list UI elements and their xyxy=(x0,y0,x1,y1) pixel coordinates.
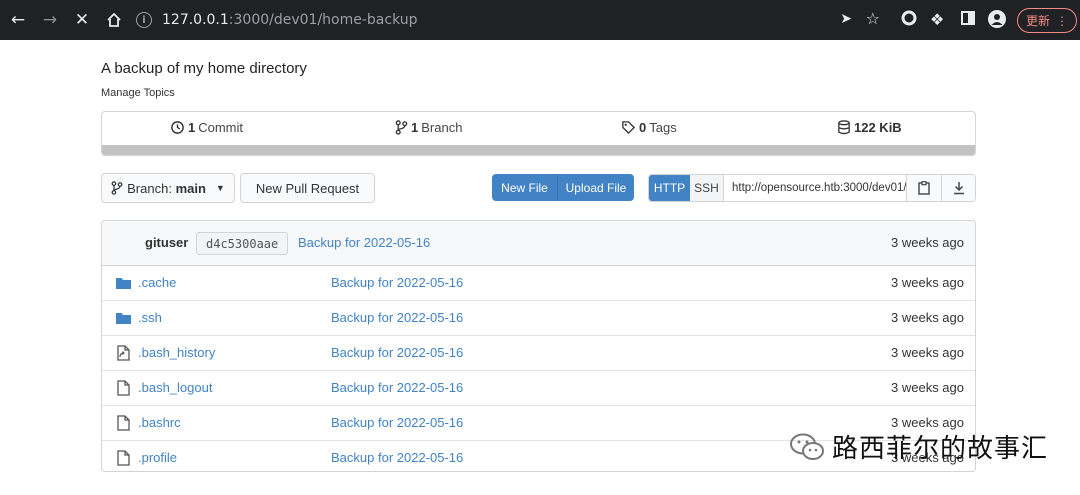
file-icon xyxy=(117,450,130,466)
file-commit-message-link[interactable]: Backup for 2022-05-16 xyxy=(331,380,463,395)
commit-sha-button[interactable]: d4c5300aae xyxy=(196,232,289,255)
back-arrow-icon[interactable]: ← xyxy=(3,5,33,35)
file-name-link[interactable]: .bash_logout xyxy=(138,380,212,395)
file-symlink-icon xyxy=(117,345,130,361)
language-stats-bar xyxy=(102,145,975,155)
commit-time: 3 weeks ago xyxy=(891,235,964,250)
site-info-icon[interactable]: i xyxy=(136,12,152,28)
commit-message-link[interactable]: Backup for 2022-05-16 xyxy=(298,235,430,250)
branches-stat[interactable]: 1 Branch xyxy=(395,120,462,135)
clone-url-input[interactable]: http://opensource.htb:3000/dev01/home-ba… xyxy=(724,175,907,201)
repo-stats-bar: 1 Commit 1 Branch 0 Tags 122 KiB xyxy=(101,111,976,156)
file-row[interactable]: .ssh Backup for 2022-05-16 3 weeks ago xyxy=(102,301,975,336)
download-icon[interactable] xyxy=(941,175,975,201)
clone-url-group: HTTP SSH http://opensource.htb:3000/dev0… xyxy=(648,174,976,202)
file-commit-message-link[interactable]: Backup for 2022-05-16 xyxy=(331,450,463,465)
file-row[interactable]: .bash_history Backup for 2022-05-16 3 we… xyxy=(102,336,975,371)
file-icon xyxy=(117,380,130,396)
file-commit-message-link[interactable]: Backup for 2022-05-16 xyxy=(331,310,463,325)
tags-stat[interactable]: 0 Tags xyxy=(621,120,677,135)
history-icon xyxy=(171,121,184,134)
file-name-link[interactable]: .bash_history xyxy=(138,345,215,360)
address-bar[interactable]: i 127.0.0.1:3000/dev01/home-backup ➤ ☆ xyxy=(126,6,892,34)
wechat-logo-icon xyxy=(790,433,824,460)
file-name-link[interactable]: .bashrc xyxy=(138,415,181,430)
extension-circle-icon[interactable] xyxy=(901,10,917,30)
browser-toolbar: ← → ✕ i 127.0.0.1:3000/dev01/home-backup… xyxy=(0,0,1080,40)
database-icon xyxy=(838,120,850,135)
file-name-link[interactable]: .profile xyxy=(138,450,177,465)
file-name-link[interactable]: .ssh xyxy=(138,310,162,325)
file-row[interactable]: .cache Backup for 2022-05-16 3 weeks ago xyxy=(102,266,975,301)
commits-stat[interactable]: 1 Commit xyxy=(170,120,243,135)
file-commit-message-link[interactable]: Backup for 2022-05-16 xyxy=(331,275,463,290)
file-commit-message-link[interactable]: Backup for 2022-05-16 xyxy=(331,345,463,360)
file-time: 3 weeks ago xyxy=(891,275,964,290)
send-icon[interactable]: ➤ xyxy=(840,11,852,27)
file-time: 3 weeks ago xyxy=(891,345,964,360)
clone-ssh-button[interactable]: SSH xyxy=(690,175,724,201)
profile-avatar-icon[interactable] xyxy=(988,10,1006,32)
new-pull-request-button[interactable]: New Pull Request xyxy=(240,173,375,203)
file-time: 3 weeks ago xyxy=(891,380,964,395)
size-stat: 122 KiB xyxy=(837,120,902,135)
file-time: 3 weeks ago xyxy=(891,310,964,325)
file-row[interactable]: .bash_logout Backup for 2022-05-16 3 wee… xyxy=(102,371,975,406)
side-panel-icon[interactable] xyxy=(960,10,976,30)
folder-icon xyxy=(116,278,131,289)
home-icon[interactable] xyxy=(99,5,129,35)
branch-icon xyxy=(395,120,408,135)
puzzle-icon[interactable]: ❖ xyxy=(930,10,944,29)
more-menu-icon[interactable]: ⋮ xyxy=(1056,14,1068,28)
file-icon xyxy=(117,415,130,431)
latest-commit-row: gituser d4c5300aae Backup for 2022-05-16… xyxy=(102,221,975,266)
forward-arrow-icon[interactable]: → xyxy=(35,5,65,35)
branch-selector-button[interactable]: Branch: main ▼ xyxy=(101,173,235,203)
file-commit-message-link[interactable]: Backup for 2022-05-16 xyxy=(331,415,463,430)
branch-icon xyxy=(111,181,123,195)
folder-icon xyxy=(116,313,131,324)
copy-clipboard-icon[interactable] xyxy=(907,175,941,201)
repo-description: A backup of my home directory xyxy=(101,60,307,77)
commit-author[interactable]: gituser xyxy=(145,235,188,250)
bookmark-star-icon[interactable]: ☆ xyxy=(866,9,880,28)
update-button[interactable]: 更新 ⋮ xyxy=(1017,8,1077,33)
stop-loading-icon[interactable]: ✕ xyxy=(67,5,97,35)
file-name-link[interactable]: .cache xyxy=(138,275,176,290)
watermark-text: 路西菲尔的故事汇 xyxy=(832,434,1049,464)
upload-file-button[interactable]: Upload File xyxy=(557,174,634,201)
watermark: 路西菲尔的故事汇 xyxy=(788,428,1048,465)
new-file-button[interactable]: New File xyxy=(492,174,557,201)
tag-icon xyxy=(622,121,636,135)
clone-http-button[interactable]: HTTP xyxy=(649,175,690,201)
caret-down-icon: ▼ xyxy=(215,183,225,193)
manage-topics-link[interactable]: Manage Topics xyxy=(101,87,175,99)
address-url[interactable]: 127.0.0.1:3000/dev01/home-backup xyxy=(162,12,418,28)
